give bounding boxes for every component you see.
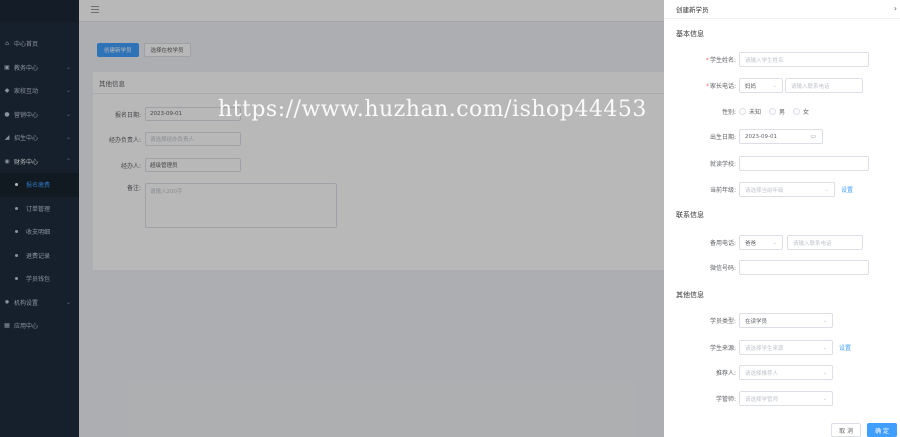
school-label: 就读学校:	[709, 161, 736, 168]
section-contact-info: 联系信息	[676, 211, 704, 219]
drawer-title: 创建新学员	[676, 6, 709, 14]
student-type-row: 学员类型: 在读学员 ⌄	[664, 313, 833, 328]
gender-radio-unknown[interactable]: 未知	[739, 107, 761, 116]
school-input[interactable]	[739, 156, 869, 171]
chevron-down-icon: ⌄	[772, 82, 777, 89]
cancel-button[interactable]: 取 消	[831, 423, 862, 437]
chevron-down-icon: ⌄	[822, 344, 827, 351]
chevron-down-icon: ⌄	[822, 369, 827, 376]
referrer-row: 推荐人: 请选择推荐人 ⌄	[664, 365, 833, 380]
student-name-input[interactable]: 请输入学生姓名	[739, 52, 869, 67]
wechat-input[interactable]	[739, 260, 869, 275]
backup-phone-row: 备用电话: 爸爸 ⌄ 请输入联系电话	[664, 235, 863, 250]
drawer-footer: 取 消 确 定	[831, 423, 897, 437]
student-source-row: 学生来源: 请选择学生来源 ⌄ 设置	[664, 340, 851, 355]
backup-relation-select[interactable]: 爸爸 ⌄	[739, 235, 783, 250]
backup-phone-label: 备用电话:	[709, 240, 736, 247]
section-other-info: 其他信息	[676, 291, 704, 299]
chevron-down-icon: ⌄	[824, 186, 829, 193]
gender-label: 性别:	[721, 109, 736, 116]
referrer-label: 推荐人:	[715, 370, 736, 377]
student-type-select[interactable]: 在读学员 ⌄	[739, 313, 833, 328]
student-source-label: 学生来源:	[709, 345, 736, 352]
source-settings-link[interactable]: 设置	[839, 343, 851, 352]
gender-radio-male[interactable]: 男	[769, 107, 785, 116]
calendar-icon: ▭	[810, 133, 816, 140]
parent-phone-input[interactable]: 请输入联系电话	[785, 78, 863, 93]
grade-label: 当前年级:	[709, 187, 736, 194]
watermark-text: https://www.huzhan.com/ishop44453	[218, 97, 647, 122]
backup-phone-input[interactable]: 请输入联系电话	[787, 235, 863, 250]
referrer-select[interactable]: 请选择推荐人 ⌄	[739, 365, 833, 380]
grade-select[interactable]: 请选择当前年级 ⌄	[739, 182, 835, 197]
wechat-row: 微信号码:	[664, 260, 869, 275]
school-row: 就读学校:	[664, 156, 869, 171]
birthday-picker[interactable]: 2023-09-01 ▭	[739, 129, 823, 144]
birthday-label: 出生日期:	[709, 134, 736, 141]
student-name-row: *学生姓名: 请输入学生姓名	[664, 52, 869, 67]
chevron-down-icon: ⌄	[822, 395, 827, 402]
parent-phone-row: *家长电话: 妈妈 ⌄ 请输入联系电话	[664, 78, 863, 93]
chevron-down-icon: ⌄	[772, 239, 777, 246]
wechat-label: 微信号码:	[709, 265, 736, 272]
drawer-header: 创建新学员 ›	[664, 0, 900, 19]
modal-overlay[interactable]	[0, 0, 664, 437]
student-source-select[interactable]: 请选择学生来源 ⌄	[739, 340, 833, 355]
gender-radio-female[interactable]: 女	[793, 107, 809, 116]
grade-row: 当前年级: 请选择当前年级 ⌄ 设置	[664, 182, 853, 197]
relation-select[interactable]: 妈妈 ⌄	[739, 78, 783, 93]
student-type-label: 学员类型:	[709, 318, 736, 325]
manager-row: 学管师: 请选择学管师 ⌄	[664, 391, 833, 406]
radio-icon	[739, 108, 746, 115]
section-basic-info: 基本信息	[676, 30, 704, 38]
create-student-drawer: 创建新学员 › 基本信息 *学生姓名: 请输入学生姓名 *家长电话: 妈妈 ⌄ …	[664, 0, 900, 437]
manager-label: 学管师:	[715, 396, 736, 403]
radio-icon	[769, 108, 777, 115]
chevron-down-icon: ⌄	[822, 317, 827, 324]
confirm-button[interactable]: 确 定	[867, 423, 897, 437]
radio-icon	[793, 108, 801, 115]
gender-row: 性别: 未知 男 女	[664, 104, 817, 119]
student-name-label: *学生姓名:	[705, 57, 736, 64]
manager-select[interactable]: 请选择学管师 ⌄	[739, 391, 833, 406]
birthday-row: 出生日期: 2023-09-01 ▭	[664, 129, 823, 144]
grade-settings-link[interactable]: 设置	[841, 185, 853, 194]
close-icon[interactable]: ›	[894, 4, 897, 13]
parent-phone-label: *家长电话:	[705, 83, 736, 90]
